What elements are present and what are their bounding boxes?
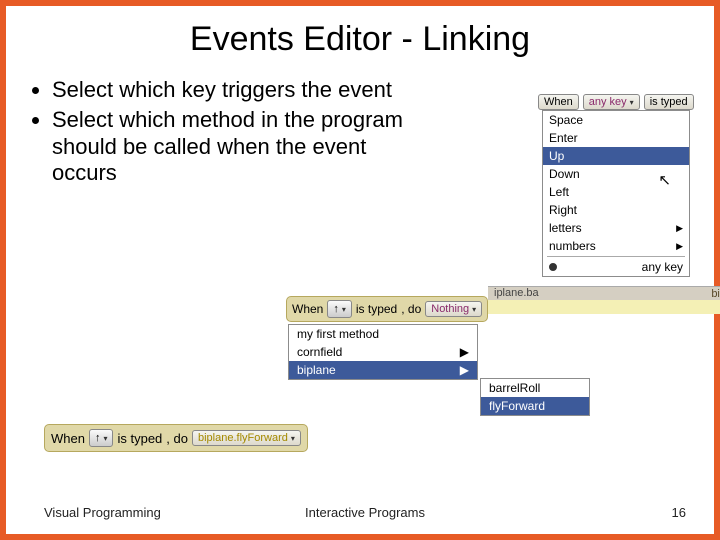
footer: Visual Programming Interactive Programs … — [44, 505, 686, 520]
when-tile[interactable]: When — [538, 94, 579, 110]
is-typed-tile: is typed — [644, 94, 694, 110]
menu-item-anykey[interactable]: any key — [543, 258, 689, 276]
chevron-right-icon: ▶ — [676, 241, 683, 252]
nothing-dropdown[interactable]: Nothing▾ — [425, 301, 482, 317]
key-tile[interactable]: ↑▾ — [89, 429, 114, 447]
figure-key-menu: When any key▾ is typed Space Enter Up Do… — [494, 94, 714, 277]
menu-item-letters[interactable]: letters▶ — [543, 219, 689, 237]
chevron-right-icon: ▶ — [676, 223, 683, 234]
menu-item-space[interactable]: Space — [543, 111, 689, 129]
figure-method-menu: When ↑▾ is typed, do Nothing▾ my first m… — [286, 296, 706, 380]
menu-item-numbers[interactable]: numbers▶ — [543, 237, 689, 255]
chevron-down-icon: ▾ — [291, 434, 295, 443]
menu-item-up[interactable]: Up — [543, 147, 689, 165]
chevron-down-icon: ▾ — [630, 98, 634, 107]
cursor-icon: ↖ — [658, 171, 671, 189]
menu-item-enter[interactable]: Enter — [543, 129, 689, 147]
biplane-submenu[interactable]: barrelRoll flyForward — [480, 378, 590, 416]
bullet-item: Select which key triggers the event — [52, 77, 417, 103]
event-row[interactable]: When ↑▾ is typed, do Nothing▾ — [286, 296, 488, 322]
up-arrow-icon: ↑ — [95, 432, 101, 444]
key-options-menu[interactable]: Space Enter Up Down Left Right letters▶ … — [542, 110, 690, 277]
event-row-final[interactable]: When ↑▾ is typed, do biplane.flyForward▾ — [44, 424, 308, 452]
bullet-list: Select which key triggers the event Sele… — [40, 77, 417, 191]
method-menu[interactable]: my first method cornfield▶ biplane▶ — [288, 324, 478, 380]
menu-item-cornfield[interactable]: cornfield▶ — [289, 343, 477, 361]
footer-left: Visual Programming — [44, 505, 161, 520]
radio-icon — [549, 263, 557, 271]
up-arrow-icon: ↑ — [333, 303, 339, 315]
bullet-item: Select which method in the program shoul… — [52, 107, 417, 186]
key-tile[interactable]: ↑▾ — [327, 300, 352, 318]
key-dropdown[interactable]: any key▾ — [583, 94, 640, 110]
chevron-right-icon: ▶ — [460, 345, 469, 359]
menu-item-biplane[interactable]: biplane▶ — [289, 361, 477, 379]
chevron-down-icon: ▾ — [472, 305, 476, 314]
method-tile[interactable]: biplane.flyForward▾ — [192, 430, 301, 446]
submenu-flyforward[interactable]: flyForward — [481, 397, 589, 415]
page-title: Events Editor - Linking — [6, 20, 714, 59]
page-number: 16 — [672, 505, 686, 520]
chevron-right-icon: ▶ — [460, 363, 469, 377]
chevron-down-icon: ▾ — [103, 434, 107, 443]
menu-item-right[interactable]: Right — [543, 201, 689, 219]
submenu-barrelroll[interactable]: barrelRoll — [481, 379, 589, 397]
menu-item-myfirst[interactable]: my first method — [289, 325, 477, 343]
chevron-down-icon: ▾ — [342, 305, 346, 314]
figure-final-event: When ↑▾ is typed, do biplane.flyForward▾ — [44, 424, 308, 452]
footer-center: Interactive Programs — [305, 505, 425, 520]
